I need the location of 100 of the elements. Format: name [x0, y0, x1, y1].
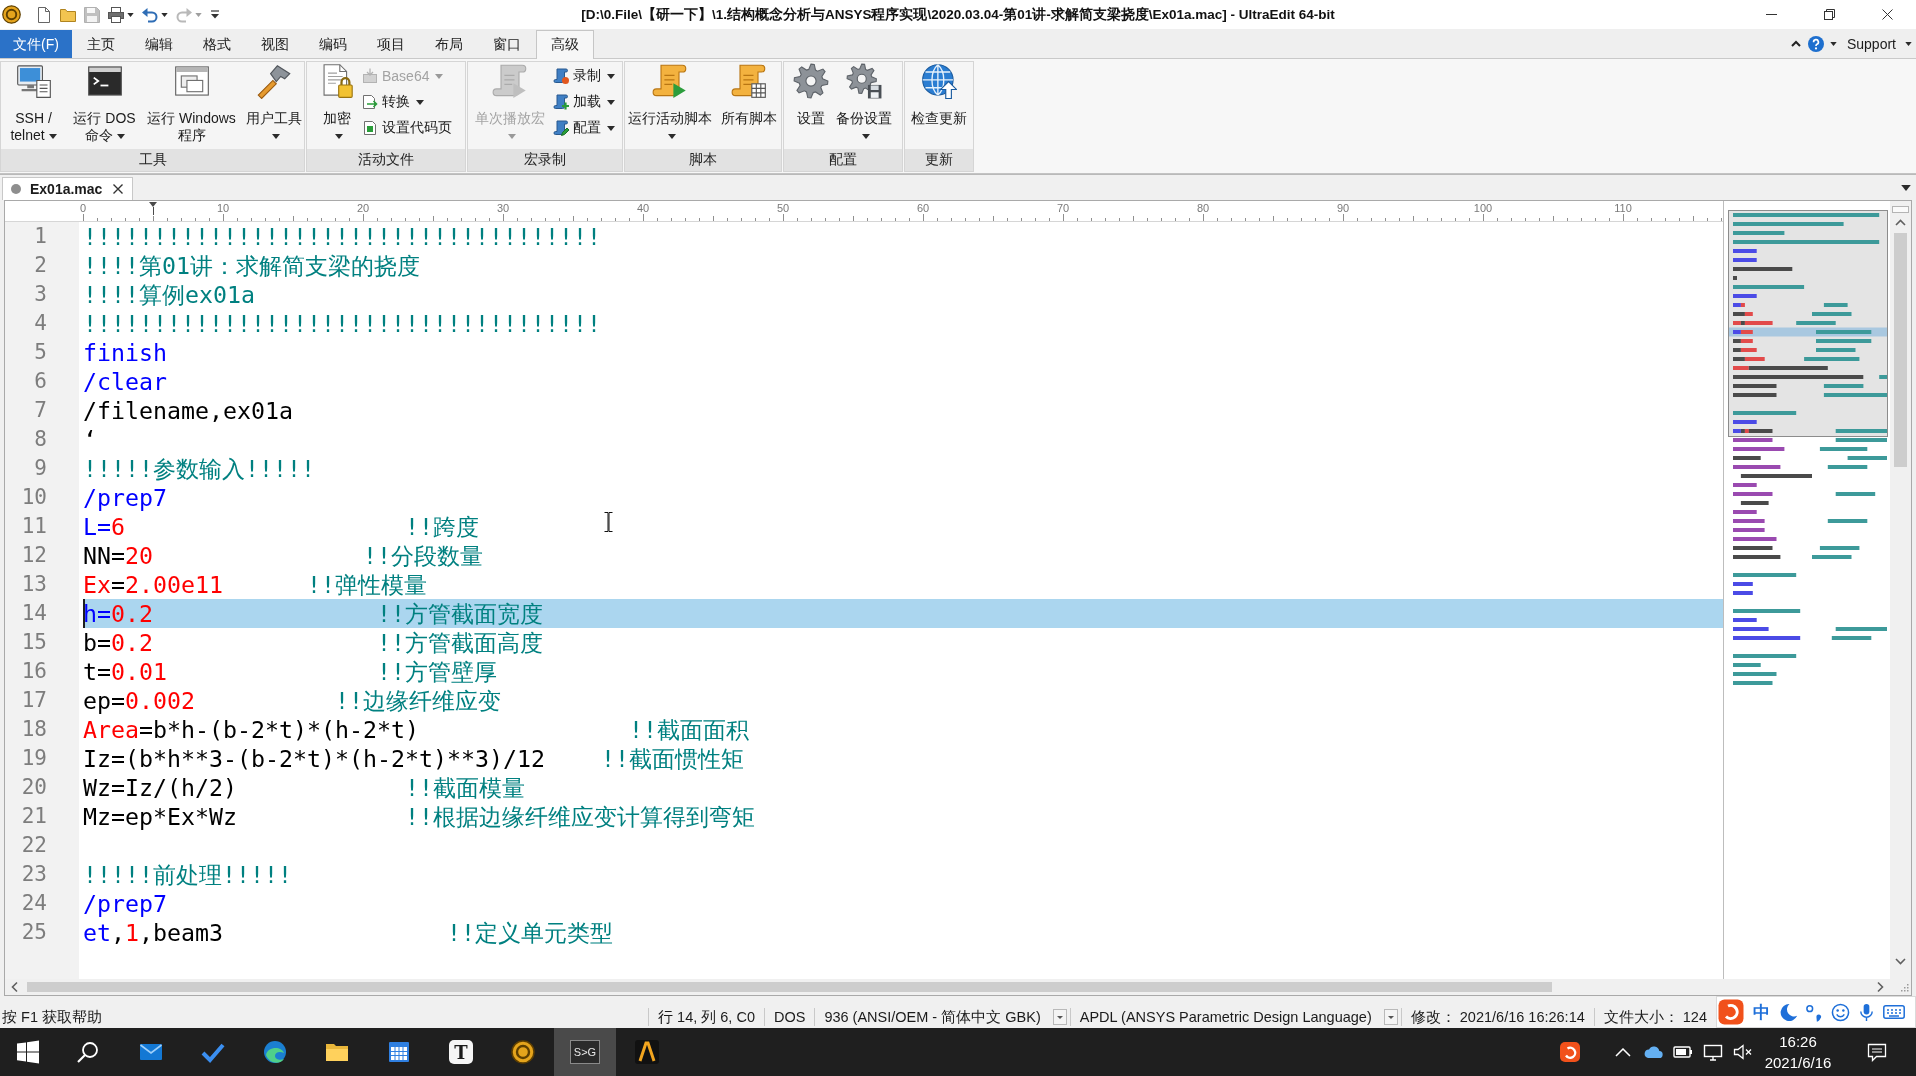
line-number: 24: [21, 890, 47, 917]
ribbon-tab[interactable]: 格式: [188, 30, 246, 58]
line-number: 11: [21, 513, 47, 540]
vertical-scrollbar[interactable]: [1890, 201, 1911, 979]
smiley-icon[interactable]: [1831, 1002, 1850, 1022]
ribbon-button[interactable]: 用户工具: [242, 62, 305, 144]
code-line: h=0.2 !!方管截面宽度: [83, 599, 543, 628]
ribbon-tab[interactable]: 编辑: [130, 30, 188, 58]
ruler-label: 50: [776, 202, 790, 214]
punctuation-icon[interactable]: [1805, 1002, 1824, 1022]
line-ending: DOS: [763, 1008, 815, 1026]
ribbon-tab[interactable]: 高级: [536, 30, 594, 59]
ribbon-tab[interactable]: 编码: [304, 30, 362, 58]
input-mode-toggle[interactable]: 中: [1751, 1000, 1772, 1024]
line-number: 3: [34, 281, 47, 308]
ribbon-tab[interactable]: 主页: [72, 30, 130, 58]
ribbon-button[interactable]: 备份设置: [833, 62, 895, 144]
ring-logo-icon: [511, 1040, 535, 1064]
ribbon-tab[interactable]: 布局: [420, 30, 478, 58]
cursor-position: 行 14, 列 6, C0: [648, 1008, 764, 1026]
ribbon-tab[interactable]: 视图: [246, 30, 304, 58]
line-number: 7: [34, 397, 47, 424]
keyboard-icon[interactable]: [1883, 1004, 1905, 1020]
ribbon-button[interactable]: 运行 Windows 程序: [142, 62, 241, 144]
modified-time: 修改： 2021/6/16 16:26:14: [1400, 1008, 1594, 1026]
code-line: !!!!!!!!!!!!!!!!!!!!!!!!!!!!!!!!!!!!!: [83, 309, 601, 338]
swirl-circle-icon: [263, 1040, 287, 1064]
restore-icon: [1823, 9, 1835, 20]
gear-icon: [793, 63, 829, 99]
group-label: 宏录制: [468, 149, 622, 171]
ruler-label: 100: [1473, 202, 1493, 214]
ruler-label: 10: [216, 202, 230, 214]
ribbon-button[interactable]: 设置: [791, 62, 831, 127]
ribbon-button[interactable]: 运行 DOS 命令: [68, 62, 141, 144]
code-line: Area=b*h-(b-2*t)*(h-2*t) !!截面面积: [83, 715, 749, 744]
ibeam-cursor-icon: [604, 512, 613, 532]
group-label: 工具: [1, 149, 304, 171]
code-line: /filename,ex01a: [83, 396, 293, 425]
line-number: 16: [21, 658, 47, 685]
clock-button[interactable]: 16:26 2021/6/16: [1758, 1031, 1838, 1073]
monitor-icon[interactable]: [1703, 1042, 1723, 1062]
ribbon-button[interactable]: 检查更新: [908, 62, 970, 127]
code-line: /prep7: [83, 483, 167, 512]
windows-logo-icon: [16, 1040, 40, 1064]
line-number: 22: [21, 832, 47, 859]
code-line: ‘: [83, 425, 97, 454]
taskbar-app-button[interactable]: S>G: [554, 1028, 616, 1076]
close-icon: [113, 184, 124, 194]
ruler-label: 30: [496, 202, 510, 214]
ruler-label: 110: [1614, 202, 1632, 214]
blank-page-icon: [36, 6, 52, 23]
line-number: 6: [34, 368, 47, 395]
ribbon-button[interactable]: 转换: [359, 90, 455, 114]
support-button[interactable]: Support: [1841, 32, 1914, 55]
dropdown-icon[interactable]: [1383, 1009, 1398, 1025]
ribbon-button[interactable]: 运行活动脚本: [625, 62, 715, 144]
close-icon: [1881, 9, 1893, 20]
ruler-label: 60: [916, 202, 930, 214]
toolbar-menu-icon: [210, 10, 220, 19]
chevron-up-icon[interactable]: [1615, 1047, 1631, 1057]
line-number: 15: [21, 629, 47, 656]
ribbon-button[interactable]: 加载: [550, 90, 618, 114]
ribbon-tab[interactable]: 窗口: [478, 30, 536, 58]
printer-icon: [108, 6, 124, 23]
ribbon-button[interactable]: 设置代码页: [359, 116, 455, 140]
moon-icon[interactable]: [1779, 1002, 1798, 1022]
dropdown-icon[interactable]: [1052, 1009, 1067, 1025]
group-label: 活动文件: [307, 149, 465, 171]
box-arrow-icon: [362, 68, 378, 84]
ribbon-button[interactable]: 所有脚本: [717, 62, 781, 127]
peak-logo-icon: [635, 1040, 659, 1064]
line-number: 12: [21, 542, 47, 569]
line-number: 9: [34, 455, 47, 482]
ribbon-button[interactable]: SSH / telnet: [0, 62, 67, 144]
line-number: 13: [21, 571, 47, 598]
taskbar-app-button[interactable]: T: [430, 1028, 492, 1076]
speaker-muted-icon[interactable]: [1733, 1042, 1753, 1062]
syntax-mode: APDL (ANSYS Parametric Design Language): [1069, 1008, 1381, 1026]
code-line: NN=20 !!分段数量: [83, 541, 483, 570]
encoding: 936 (ANSI/OEM - 简体中文 GBK): [814, 1008, 1050, 1026]
line-number: 5: [34, 339, 47, 366]
ribbon-tab[interactable]: 项目: [362, 30, 420, 58]
document-icon: [362, 120, 378, 136]
file-tab[interactable]: 文件(F): [0, 30, 72, 58]
document-arrow-icon: [362, 94, 378, 110]
document-tab[interactable]: Ex01a.mac: [2, 177, 134, 200]
ribbon-button[interactable]: 录制: [550, 64, 618, 88]
window-title: [D:\0.File\【研一下】\1.结构概念分析与ANSYS程序实现\2020.03.04-第01讲-求解简支梁挠度\Ex01a.mac] - UltraEdit 64-bit: [580, 5, 1336, 24]
line-number: 18: [21, 716, 47, 743]
swoosh-logo-icon[interactable]: [1560, 1042, 1580, 1062]
notification-icon[interactable]: [1867, 1042, 1887, 1062]
scroll-plus-icon: [553, 94, 569, 110]
ribbon-button[interactable]: 配置: [550, 116, 618, 140]
code-line: !!!!算例ex01a: [83, 280, 255, 309]
microphone-icon[interactable]: [1857, 1002, 1876, 1022]
ribbon-button[interactable]: 加密: [317, 62, 357, 144]
hammer-icon: [255, 63, 292, 99]
code-line: /clear: [83, 367, 167, 396]
horizontal-scrollbar[interactable]: [5, 979, 1890, 995]
redo-arrow-icon: [176, 6, 192, 23]
